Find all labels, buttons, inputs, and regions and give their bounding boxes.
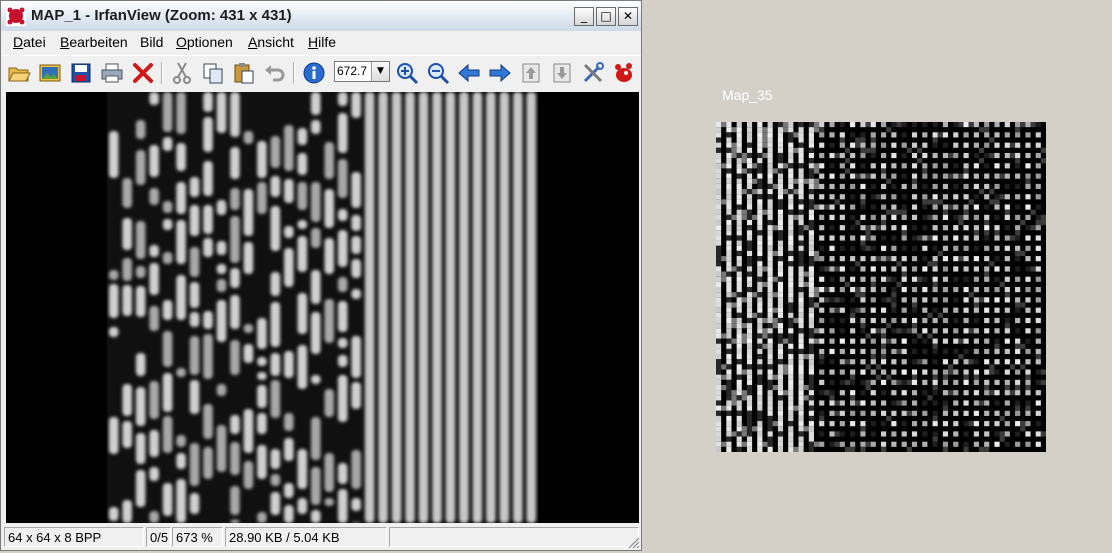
- map-preview-image: [716, 122, 1046, 452]
- save-icon[interactable]: [69, 61, 93, 85]
- settings-tools-icon[interactable]: [581, 61, 605, 85]
- window-title: MAP_1 - IrfanView (Zoom: 431 x 431): [31, 7, 292, 24]
- cut-icon[interactable]: [170, 61, 194, 85]
- irfanview-window: MAP_1 - IrfanView (Zoom: 431 x 431) _ □ …: [0, 0, 642, 551]
- page-up-icon[interactable]: [519, 61, 543, 85]
- status-file-size: 28.90 KB / 5.04 KB: [225, 527, 387, 547]
- zoom-in-icon[interactable]: [395, 61, 419, 85]
- copy-icon[interactable]: [201, 61, 225, 85]
- preview-label: Map_35: [722, 87, 773, 103]
- irfanview-app-icon[interactable]: [6, 6, 26, 26]
- image-view[interactable]: [6, 92, 639, 523]
- zoom-select[interactable]: 672.7 ▼: [334, 61, 390, 82]
- open-folder-icon[interactable]: [7, 61, 31, 85]
- toolbar: [1, 55, 641, 90]
- menu-ansicht[interactable]: Ansicht: [248, 34, 294, 50]
- status-empty-panel: [389, 527, 639, 547]
- menu-bar: Datei Bearbeiten Bild Optionen Ansicht H…: [1, 31, 641, 53]
- title-bar[interactable]: MAP_1 - IrfanView (Zoom: 431 x 431) _ □ …: [1, 1, 641, 31]
- undo-icon[interactable]: [263, 61, 287, 85]
- info-icon[interactable]: [302, 61, 326, 85]
- map-pixel-grid: [716, 122, 1046, 452]
- toolbar-separator: [161, 62, 163, 84]
- menu-hilfe[interactable]: Hilfe: [308, 34, 336, 50]
- maximize-button[interactable]: □: [596, 7, 616, 26]
- menu-bild[interactable]: Bild: [140, 34, 163, 50]
- print-icon[interactable]: [100, 61, 124, 85]
- close-button[interactable]: ✕: [618, 7, 638, 26]
- menu-optionen[interactable]: Optionen: [176, 34, 233, 50]
- minimize-button[interactable]: _: [574, 7, 594, 26]
- thumbnails-icon[interactable]: [38, 61, 62, 85]
- irfanview-logo-icon[interactable]: [612, 61, 636, 85]
- chevron-down-icon[interactable]: ▼: [371, 62, 389, 81]
- zoom-out-icon[interactable]: [426, 61, 450, 85]
- delete-icon[interactable]: [131, 61, 155, 85]
- zoomed-image: [107, 92, 538, 523]
- zoom-value: 672.7: [337, 64, 368, 78]
- page-down-icon[interactable]: [550, 61, 574, 85]
- status-zoom-percent: 673 %: [172, 527, 223, 547]
- status-image-info: 64 x 64 x 8 BPP: [4, 527, 144, 547]
- next-arrow-icon[interactable]: [488, 61, 512, 85]
- menu-bearbeiten[interactable]: Bearbeiten: [60, 34, 128, 50]
- previous-arrow-icon[interactable]: [457, 61, 481, 85]
- status-bar: 64 x 64 x 8 BPP 0/5 673 % 28.90 KB / 5.0…: [1, 525, 641, 550]
- status-index: 0/5: [146, 527, 171, 547]
- menu-datei[interactable]: Datei: [13, 34, 46, 50]
- toolbar-separator: [293, 62, 295, 84]
- resize-grip-icon[interactable]: [626, 535, 640, 549]
- paste-icon[interactable]: [232, 61, 256, 85]
